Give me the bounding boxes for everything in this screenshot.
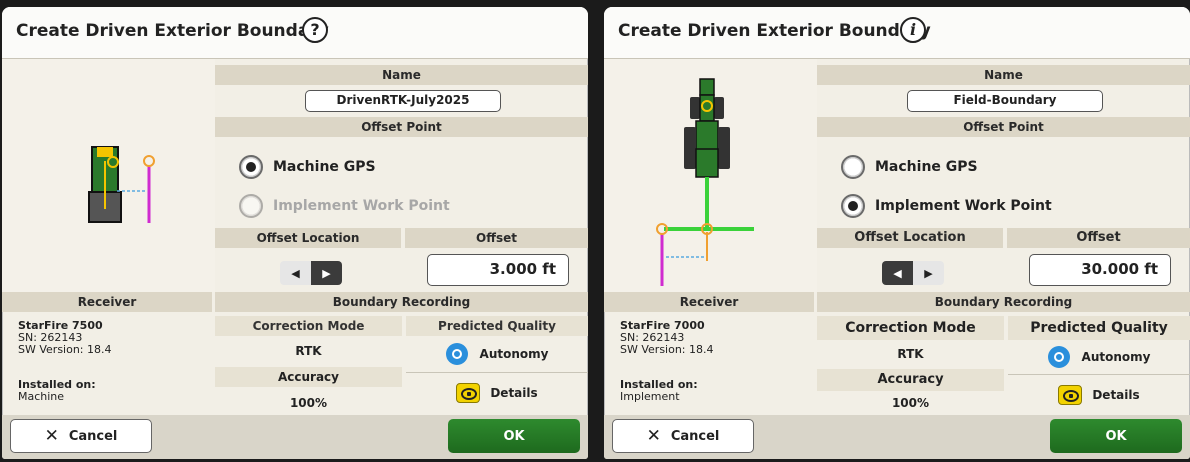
radio-dot-selected-icon <box>841 194 865 218</box>
info-section: Receiver Boundary Recording StarFire 700… <box>604 292 1190 414</box>
ok-label: OK <box>503 428 525 444</box>
x-icon: ✕ <box>44 426 59 446</box>
details-button[interactable]: Details <box>406 376 588 410</box>
cancel-label: Cancel <box>68 428 118 444</box>
machine-gps-diagram <box>2 59 215 292</box>
offset-location-label: Offset Location <box>817 228 1003 248</box>
eye-details-icon <box>1058 385 1083 405</box>
triangle-left-icon[interactable]: ◀ <box>280 261 311 285</box>
name-field[interactable]: DrivenRTK-July2025 <box>305 90 501 112</box>
offset-input[interactable]: 3.000 ft <box>427 254 569 286</box>
accuracy-value: 100% <box>289 396 328 410</box>
dialog-footer: ✕ Cancel OK <box>2 415 588 459</box>
predicted-quality-label: Predicted Quality <box>1030 320 1168 336</box>
ok-button[interactable]: OK <box>448 419 580 453</box>
dialog-left: Create Driven Exterior Boundary ? Name D… <box>2 7 588 459</box>
help-icon[interactable]: ? <box>302 17 328 43</box>
radio-dot-disabled-icon <box>239 194 263 218</box>
details-label: Details <box>490 386 538 400</box>
boundary-recording-label: Boundary Recording <box>215 292 588 312</box>
offset-point-label: Offset Point <box>215 117 588 137</box>
receiver-label: Receiver <box>604 292 814 312</box>
offset-point-label: Offset Point <box>817 117 1190 137</box>
predicted-quality-button[interactable]: Autonomy <box>406 340 588 368</box>
details-label: Details <box>1092 388 1140 402</box>
radio-implement-work-point: Implement Work Point <box>239 191 450 221</box>
predicted-quality-label: Predicted Quality <box>438 319 556 333</box>
tractor-implement-offset-icon <box>656 78 754 286</box>
implement-offset-diagram <box>604 59 817 292</box>
offset-input[interactable]: 30.000 ft <box>1029 254 1171 286</box>
correction-mode-value: RTK <box>897 347 924 361</box>
receiver-sw: SW Version: 18.4 <box>18 343 112 356</box>
offset-label: Offset <box>1007 228 1190 248</box>
offset-location-toggle[interactable]: ◀ ▶ <box>280 261 342 285</box>
name-label: Name <box>215 65 588 85</box>
dialog-title: Create Driven Exterior Boundary <box>618 21 931 41</box>
accuracy-label: Accuracy <box>877 372 944 387</box>
radio-machine-gps[interactable]: Machine GPS <box>841 152 978 182</box>
cancel-button[interactable]: ✕ Cancel <box>10 419 152 453</box>
ok-button[interactable]: OK <box>1050 419 1182 453</box>
installed-on-value: Implement <box>620 390 680 403</box>
radio-label: Implement Work Point <box>273 198 450 214</box>
radio-dot-unselected-icon <box>841 155 865 179</box>
predicted-quality-button[interactable]: Autonomy <box>1008 342 1190 372</box>
cancel-button[interactable]: ✕ Cancel <box>612 419 754 453</box>
triangle-right-icon[interactable]: ▶ <box>311 261 342 285</box>
autonomy-quality-icon <box>445 343 468 365</box>
settings-column: Name DrivenRTK-July2025 Offset Point Mac… <box>215 59 588 292</box>
triangle-left-icon[interactable]: ◀ <box>882 261 913 285</box>
x-icon: ✕ <box>646 426 661 446</box>
cancel-label: Cancel <box>670 428 720 444</box>
dialog-footer: ✕ Cancel OK <box>604 415 1190 459</box>
triangle-right-icon[interactable]: ▶ <box>913 261 944 285</box>
name-field[interactable]: Field-Boundary <box>907 90 1103 112</box>
details-button[interactable]: Details <box>1008 378 1190 412</box>
settings-column: Name Field-Boundary Offset Point Machine… <box>817 59 1190 292</box>
offset-label: Offset <box>405 228 588 248</box>
eye-details-icon <box>456 383 481 403</box>
ok-label: OK <box>1105 428 1127 444</box>
receiver-label: Receiver <box>2 292 212 312</box>
accuracy-label: Accuracy <box>277 370 339 384</box>
radio-label: Implement Work Point <box>875 198 1052 214</box>
predicted-quality-value: Autonomy <box>1081 350 1151 364</box>
accuracy-value: 100% <box>891 396 930 410</box>
dialog-title: Create Driven Exterior Boundary <box>16 21 329 41</box>
installed-on-value: Machine <box>18 390 65 403</box>
dialog-header: Create Driven Exterior Boundary ? <box>2 7 588 59</box>
offset-location-toggle[interactable]: ◀ ▶ <box>882 261 944 285</box>
name-label: Name <box>817 65 1190 85</box>
info-icon[interactable]: i <box>900 17 926 43</box>
correction-mode-label: Correction Mode <box>252 319 365 333</box>
autonomy-quality-icon <box>1047 346 1070 368</box>
receiver-sw: SW Version: 18.4 <box>620 343 714 356</box>
boundary-recording-label: Boundary Recording <box>817 292 1190 312</box>
offset-location-label: Offset Location <box>215 228 401 248</box>
radio-label: Machine GPS <box>875 159 978 175</box>
radio-implement-work-point[interactable]: Implement Work Point <box>841 191 1052 221</box>
tractor-gps-offset-icon <box>88 146 155 223</box>
predicted-quality-value: Autonomy <box>479 347 549 361</box>
info-section: Receiver Boundary Recording StarFire 750… <box>2 292 588 414</box>
radio-dot-selected-icon <box>239 155 263 179</box>
dialog-right: Create Driven Exterior Boundary i Name F… <box>604 7 1190 459</box>
radio-label: Machine GPS <box>273 159 376 175</box>
correction-mode-label: Correction Mode <box>845 320 976 336</box>
correction-mode-value: RTK <box>295 344 322 358</box>
dialog-header: Create Driven Exterior Boundary i <box>604 7 1190 59</box>
radio-machine-gps[interactable]: Machine GPS <box>239 152 376 182</box>
